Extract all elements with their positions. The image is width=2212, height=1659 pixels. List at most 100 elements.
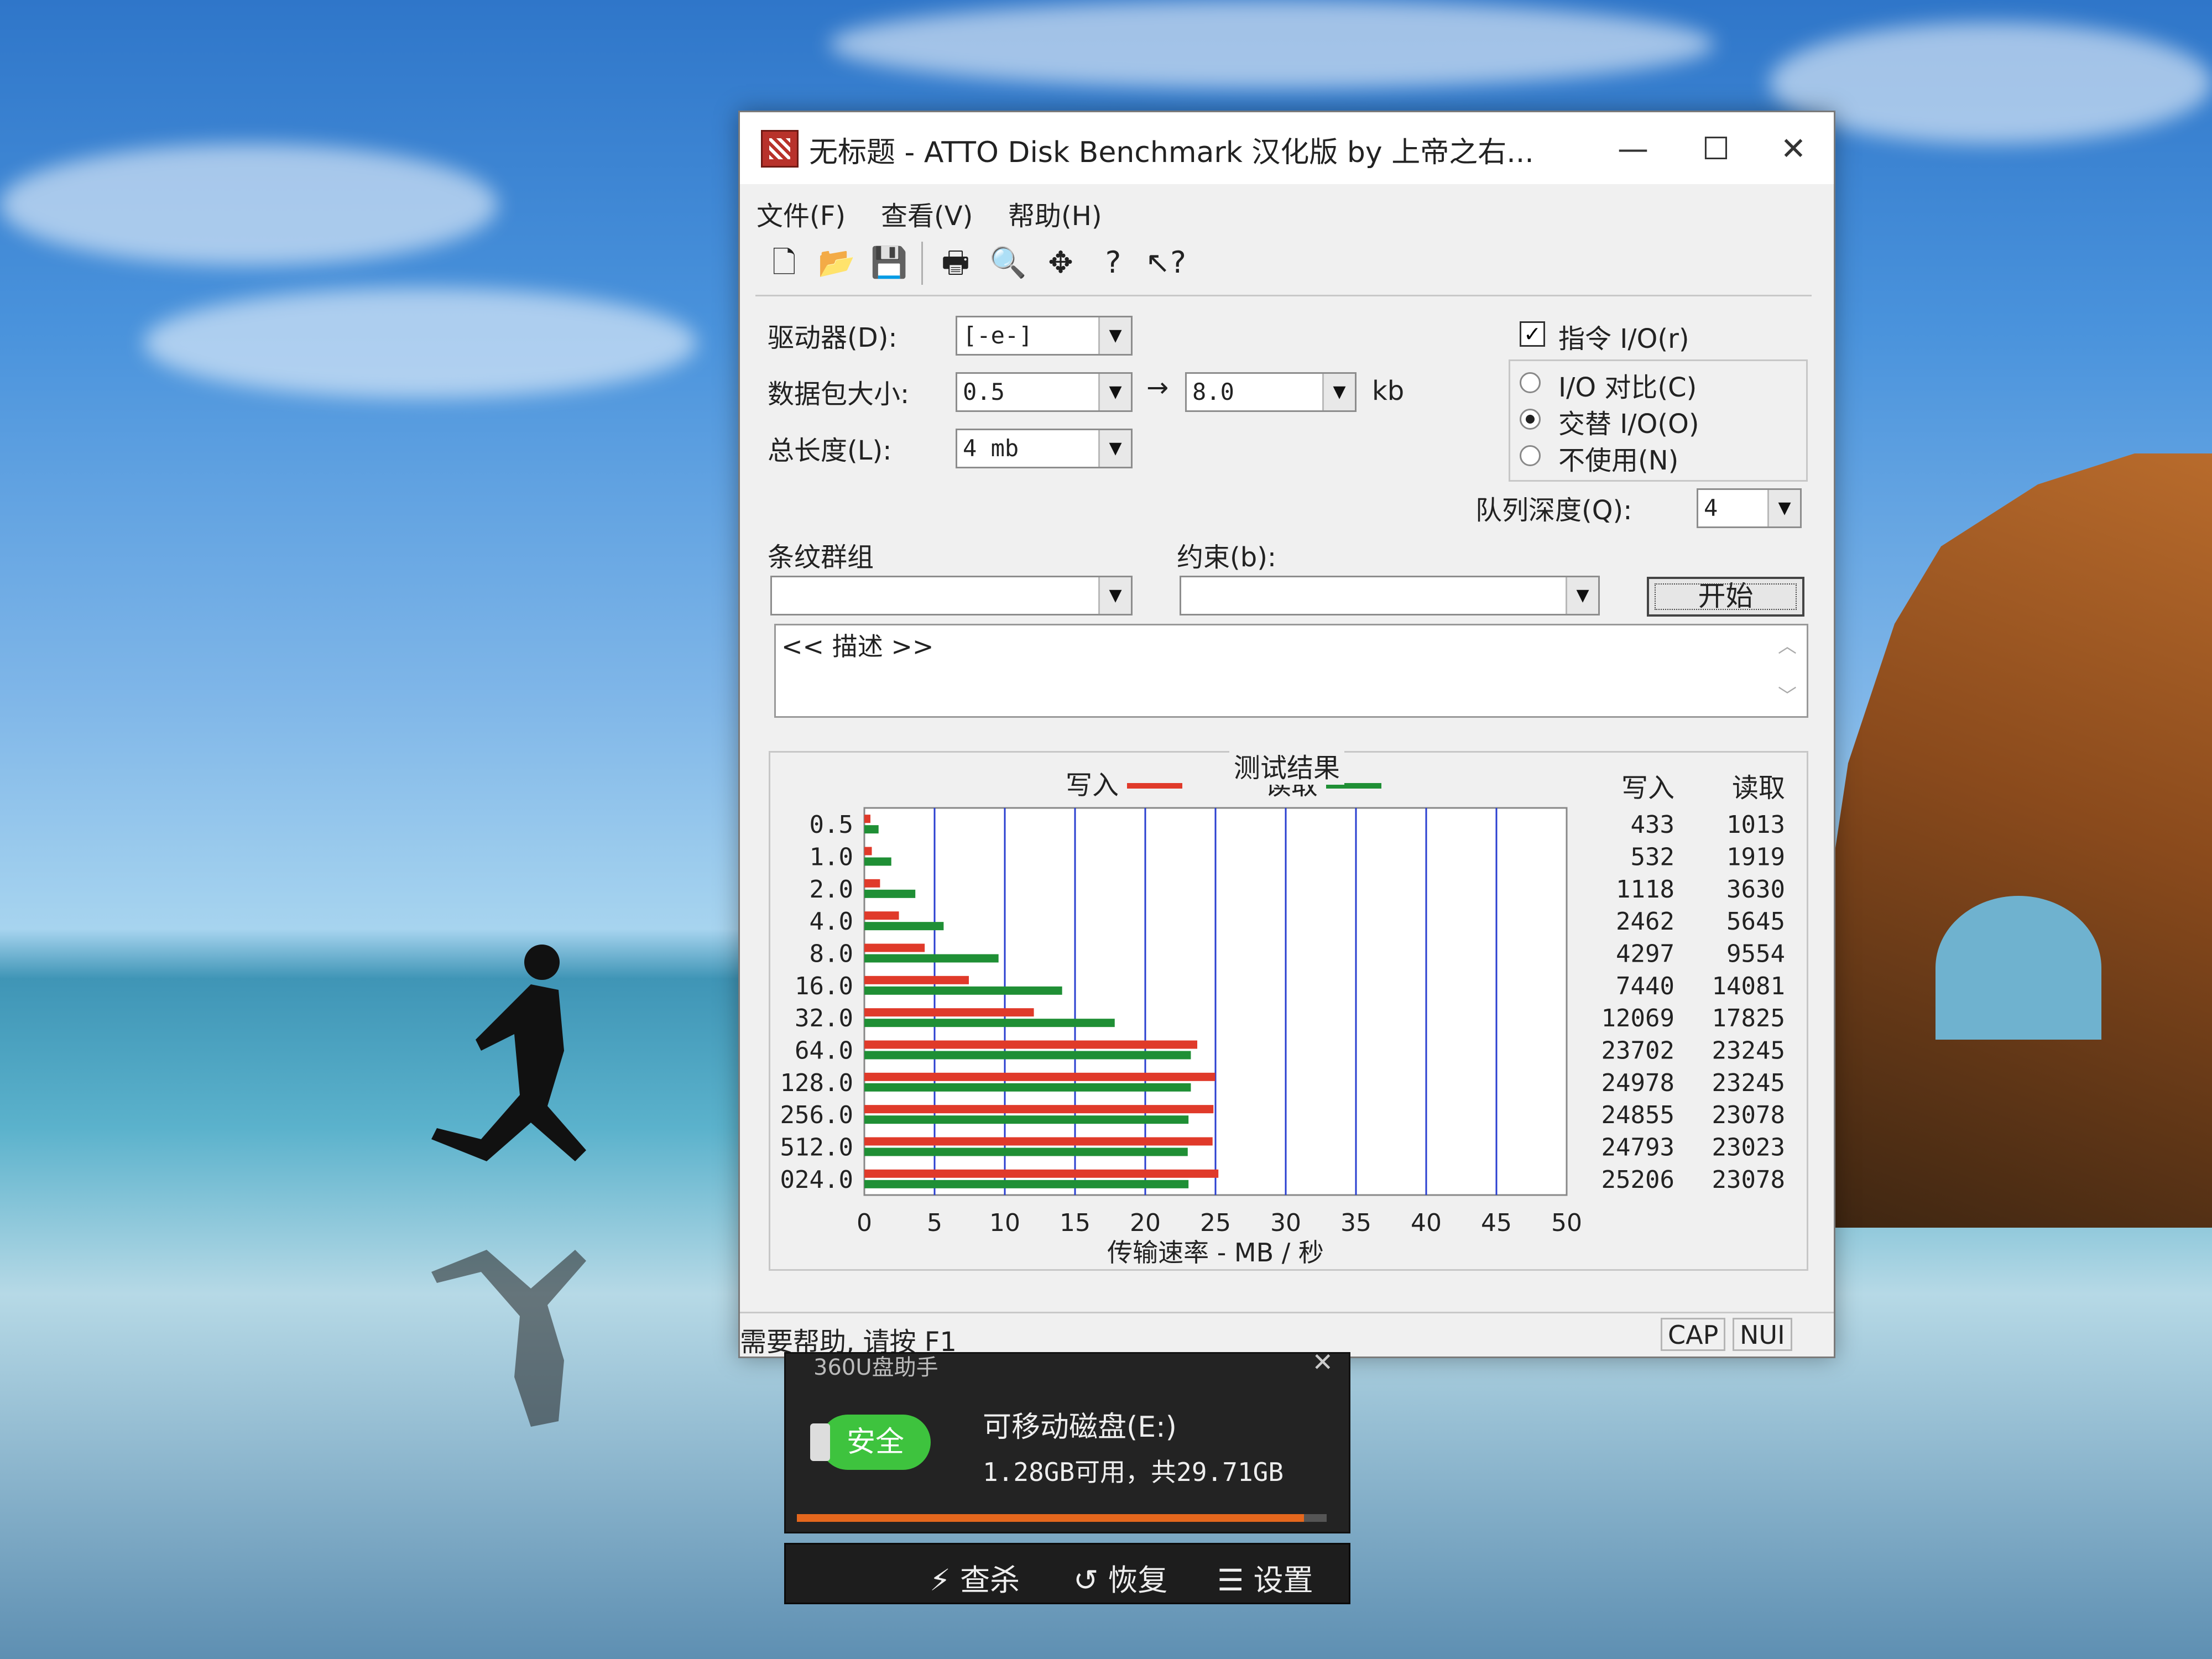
results-title: 测试结果 [1229, 746, 1345, 785]
y-category-label: 1.0 [810, 843, 853, 872]
write-value-label: 7440 [1616, 972, 1674, 1000]
io-compare-radio[interactable] [1520, 372, 1541, 393]
chevron-down-icon[interactable]: ▼ [1098, 430, 1131, 467]
write-bar [864, 975, 969, 984]
chevron-down-icon[interactable]: ▼ [1767, 490, 1800, 526]
io-alternate-radio[interactable] [1520, 409, 1541, 430]
scroll-down-icon[interactable]: ﹀ [1778, 681, 1797, 708]
write-value-label: 25206 [1601, 1166, 1674, 1194]
start-button[interactable]: 开始 [1647, 577, 1804, 617]
disk-usage-fill [797, 1514, 1304, 1522]
restore-icon: ↺ [1073, 1563, 1099, 1598]
scan-label: 查杀 [960, 1563, 1020, 1598]
scan-action[interactable]: ⚡ 查杀 [930, 1556, 1020, 1599]
io-compare-label: I/O 对比(C) [1558, 372, 1697, 403]
read-value-label: 23078 [1712, 1166, 1785, 1194]
drive-select[interactable]: [-e-] ▼ [956, 316, 1133, 356]
stripe-group-select[interactable]: ▼ [770, 576, 1133, 615]
write-bar [864, 943, 925, 952]
legend-write-swatch [1127, 783, 1182, 789]
safe-badge: 安全 [810, 1415, 931, 1470]
new-file-icon[interactable]: 🗋 [761, 239, 807, 286]
print-icon[interactable]: 🖶 [932, 239, 979, 286]
read-bar [864, 825, 879, 834]
read-column-header: 读取 [1732, 773, 1785, 804]
menu-view[interactable]: 查看(V) [881, 194, 973, 233]
io-none-label: 不使用(N) [1558, 445, 1679, 476]
write-column-header: 写入 [1621, 773, 1674, 804]
read-bar [864, 857, 891, 866]
description-text: << 描述 >> [781, 632, 934, 661]
write-bar [864, 1040, 1198, 1049]
constraint-select[interactable]: ▼ [1180, 576, 1600, 615]
packet-from-select[interactable]: 0.5 ▼ [956, 372, 1133, 412]
context-help-icon[interactable]: ↖? [1142, 239, 1189, 286]
read-bar [864, 986, 1062, 995]
cloud [830, 0, 1714, 88]
direct-io-checkbox[interactable]: ✓ [1520, 321, 1545, 347]
read-value-label: 1013 [1726, 811, 1785, 839]
restore-label: 恢复 [1108, 1563, 1168, 1598]
toolbar-separator [921, 242, 923, 285]
legend-write-label: 写入 [1066, 770, 1119, 801]
window-title: 无标题 - ATTO Disk Benchmark 汉化版 by 上帝之右... [809, 136, 1534, 169]
packet-to-select[interactable]: 8.0 ▼ [1185, 372, 1357, 412]
move-icon[interactable]: ✥ [1037, 239, 1084, 286]
read-bar [864, 1147, 1188, 1156]
chevron-down-icon[interactable]: ▼ [1098, 577, 1131, 614]
drive-label: 驱动器(D): [768, 322, 898, 353]
chevron-down-icon[interactable]: ▼ [1566, 577, 1598, 614]
list-icon: ☰ [1217, 1563, 1244, 1598]
disk-name: 可移动磁盘(E:) [983, 1411, 1177, 1444]
num-lock-indicator: NUI [1733, 1318, 1792, 1351]
read-value-label: 23078 [1712, 1101, 1785, 1129]
total-length-select[interactable]: 4 mb ▼ [956, 429, 1133, 468]
settings-action[interactable]: ☰ 设置 [1217, 1556, 1313, 1599]
y-category-label: 256.0 [780, 1101, 853, 1129]
read-value-label: 3630 [1726, 875, 1785, 904]
write-bar [864, 1008, 1034, 1017]
y-category-label: 64.0 [795, 1037, 853, 1065]
read-value-label: 9554 [1726, 940, 1785, 968]
x-tick-label: 15 [1060, 1209, 1091, 1237]
save-icon[interactable]: 💾 [866, 239, 912, 286]
benchmark-chart: 0 5 10 15 20 25 30 35 40 45 50传输速率 - MB / 秒写入 读取 写入读… [780, 770, 1785, 1267]
x-tick-label: 45 [1481, 1209, 1512, 1237]
open-folder-icon[interactable]: 📂 [813, 239, 860, 286]
x-tick-label: 40 [1411, 1209, 1442, 1237]
restore-action[interactable]: ↺ 恢复 [1073, 1556, 1167, 1599]
minimize-button[interactable]: — [1608, 124, 1658, 174]
x-tick-label: 35 [1340, 1209, 1371, 1237]
y-category-label: 2.0 [810, 875, 853, 904]
chevron-down-icon[interactable]: ▼ [1098, 317, 1131, 354]
write-bar [864, 1105, 1214, 1114]
read-value-label: 5645 [1726, 907, 1785, 936]
chevron-down-icon[interactable]: ▼ [1098, 374, 1131, 410]
description-box[interactable]: << 描述 >> ︿ ﹀ [774, 624, 1808, 718]
menu-help[interactable]: 帮助(H) [1008, 194, 1102, 233]
read-value-label: 23245 [1712, 1037, 1785, 1065]
menu-file[interactable]: 文件(F) [757, 194, 846, 233]
write-value-label: 23702 [1601, 1037, 1674, 1065]
popup-title: 360U盘助手 [813, 1355, 938, 1380]
scroll-up-icon[interactable]: ︿ [1778, 631, 1797, 658]
x-tick-label: 30 [1270, 1209, 1301, 1237]
write-bar [864, 1169, 1219, 1178]
close-button[interactable]: ✕ [1768, 124, 1818, 174]
print-preview-icon[interactable]: 🔍 [985, 239, 1031, 286]
queue-depth-select[interactable]: 4 ▼ [1697, 488, 1802, 528]
write-value-label: 532 [1631, 843, 1674, 872]
popup-close-button[interactable]: ✕ [1312, 1347, 1333, 1377]
maximize-button[interactable]: ☐ [1691, 124, 1741, 174]
read-value-label: 1919 [1726, 843, 1785, 872]
disk-space: 1.28GB可用，共29.71GB [983, 1457, 1284, 1487]
chevron-down-icon[interactable]: ▼ [1322, 374, 1355, 410]
help-icon[interactable]: ? [1090, 239, 1136, 286]
x-tick-label: 5 [927, 1209, 942, 1237]
title-bar[interactable]: 无标题 - ATTO Disk Benchmark 汉化版 by 上帝之右...… [740, 112, 1834, 184]
write-value-label: 24793 [1601, 1134, 1674, 1162]
app-icon [761, 130, 799, 168]
write-value-label: 12069 [1601, 1004, 1674, 1032]
y-category-label: 024.0 [780, 1166, 853, 1194]
io-none-radio[interactable] [1520, 445, 1541, 466]
